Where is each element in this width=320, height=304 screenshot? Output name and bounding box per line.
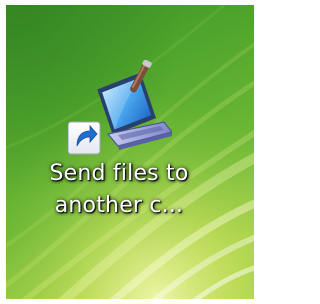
shortcut-arrow-icon (68, 121, 101, 155)
send-files-shortcut[interactable]: Send files to another c... (20, 52, 218, 242)
icon-label: Send files to another c... (20, 158, 218, 222)
send-files-icon (68, 60, 172, 155)
desktop[interactable]: Send files to another c... (0, 0, 261, 304)
icon-label-line-1: Send files to (49, 161, 189, 186)
icon-label-line-2: another c... (54, 193, 184, 218)
